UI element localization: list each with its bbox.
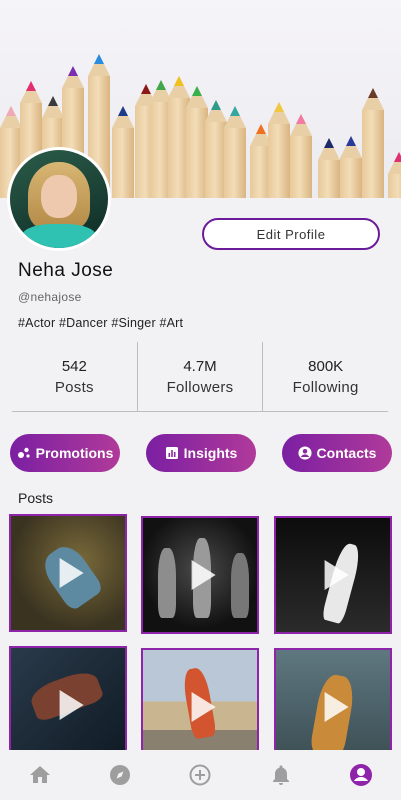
- profile-icon: [349, 764, 372, 786]
- post-thumbnail[interactable]: [9, 514, 127, 632]
- promotions-button[interactable]: Promotions: [10, 434, 120, 472]
- post-thumbnail[interactable]: [274, 516, 392, 634]
- nav-add[interactable]: [180, 755, 220, 795]
- home-icon: [30, 766, 51, 783]
- stat-followers[interactable]: 4.7M Followers: [136, 342, 263, 411]
- profile-name: Neha Jose: [18, 260, 114, 281]
- stat-label: Posts: [54, 378, 94, 396]
- post-thumbnail[interactable]: [141, 516, 259, 634]
- play-icon: [191, 692, 216, 722]
- pencil-decoration: [340, 136, 362, 198]
- stat-label: Followers: [166, 378, 234, 396]
- play-icon: [191, 560, 216, 590]
- stat-following[interactable]: 800K Following: [262, 342, 388, 411]
- stat-posts[interactable]: 542 Posts: [12, 342, 137, 411]
- profile-tags: #Actor #Dancer #Singer #Art: [18, 316, 184, 330]
- stats-row: 542 Posts 4.7M Followers 800K Following: [12, 342, 388, 412]
- play-icon: [324, 560, 349, 590]
- insights-icon: [165, 447, 178, 459]
- insights-button[interactable]: Insights: [146, 434, 256, 472]
- pencil-decoration: [268, 102, 290, 198]
- contacts-icon: [297, 446, 312, 460]
- stat-label: Following: [292, 378, 359, 396]
- notifications-icon: [272, 765, 289, 785]
- contacts-button[interactable]: Contacts: [282, 434, 392, 472]
- play-icon: [59, 690, 84, 720]
- avatar[interactable]: [7, 147, 111, 251]
- stat-value: 4.7M: [183, 357, 217, 375]
- promotions-label: Promotions: [35, 445, 114, 461]
- post-thumbnail[interactable]: [9, 646, 127, 764]
- posts-section-title: Posts: [18, 490, 54, 506]
- nav-profile[interactable]: [341, 755, 381, 795]
- pencil-decoration: [224, 106, 246, 198]
- pencil-decoration: [388, 152, 401, 198]
- profile-handle: @nehajose: [18, 290, 82, 304]
- play-icon: [324, 692, 349, 722]
- pencil-decoration: [290, 114, 312, 198]
- post-thumbnail[interactable]: [274, 648, 392, 766]
- contacts-label: Contacts: [316, 445, 377, 461]
- play-icon: [59, 558, 84, 588]
- bottom-navigation: [0, 750, 401, 800]
- pencil-decoration: [112, 106, 134, 198]
- nav-explore[interactable]: [100, 755, 140, 795]
- nav-notifications[interactable]: [261, 755, 301, 795]
- nav-home[interactable]: [20, 755, 60, 795]
- pencil-decoration: [362, 88, 384, 198]
- post-thumbnail[interactable]: [141, 648, 259, 766]
- edit-profile-button[interactable]: Edit Profile: [202, 218, 380, 250]
- stat-value: 542: [61, 357, 87, 375]
- promotions-icon: [17, 447, 30, 458]
- pencil-decoration: [318, 138, 340, 198]
- add-icon: [189, 764, 211, 786]
- stat-value: 800K: [308, 357, 344, 375]
- insights-label: Insights: [183, 445, 238, 461]
- explore-icon: [110, 765, 131, 785]
